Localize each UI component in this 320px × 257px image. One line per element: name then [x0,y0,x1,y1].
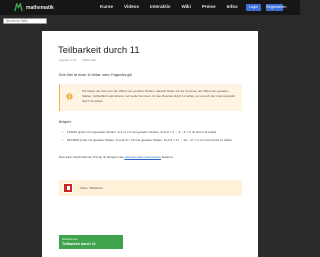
alternating-sum-link[interactable]: alternierenden Quersumme [124,155,161,159]
nav-item-preise[interactable]: Preise [202,4,216,9]
nav-item-videos[interactable]: Videos [124,4,139,9]
rule-box: Wir bilden die Summen der Ziffern der ge… [59,84,242,111]
logo[interactable]: mathematik [14,3,54,12]
nav-item-interaktiv[interactable]: Interaktiv [150,4,170,9]
video-thumbnail-icon[interactable] [63,183,73,193]
register-button[interactable]: Registrieren [266,4,286,11]
example-list: • 134640 große mit ungeraden Stellen: 1+… [62,130,247,145]
nav-item-wiki[interactable]: Wiki [181,4,190,9]
article-card: Teilbarkeit durch 11 Lesezeit: 2 min Mat… [42,31,258,257]
video-teaser[interactable]: Video: Teilbarkeit [59,180,242,196]
video-label: Video: Teilbarkeit [80,186,103,190]
example-heading: Beispiel: [59,120,72,124]
example-text: 5814950 große mit geraden Stellen: 5+1+9… [67,137,232,142]
footer-note: Dies kann beschriebener Prinzip ist übri… [59,155,173,159]
footer-end: bekannt. [161,155,174,159]
next-article-button[interactable]: Weiterlernen Teilbarkeit durch 12 [59,235,123,249]
page-title: Teilbarkeit durch 11 [58,45,140,56]
intro-text: Eine Zahl ist durch 11 teilbar, wenn Fol… [59,73,133,77]
login-button[interactable]: Login [246,4,261,11]
nav-item-kurse[interactable]: Kurse [100,4,113,9]
list-item: • 5814950 große mit geraden Stellen: 5+1… [62,138,247,144]
logo-name: mathematik [26,4,54,11]
top-navigation: mathematik Kurse Videos Interaktiv Wiki … [0,0,300,15]
main-nav: Kurse Videos Interaktiv Wiki Preise Info… [100,4,249,9]
nav-item-infos[interactable]: Infos [227,4,238,9]
list-item: • 134640 große mit ungeraden Stellen: 1+… [62,130,247,136]
next-title: Teilbarkeit durch 12 [62,242,96,246]
example-text: 134640 große mit ungeraden Stellen: 1+4+… [67,130,217,134]
category: Mathematik [82,59,96,62]
rule-text: Wir bilden die Summen der Ziffern der ge… [82,89,236,103]
next-label: Weiterlernen [62,237,78,241]
footer-text: Dies kann beschriebener Prinzip ist übri… [59,155,124,159]
info-icon [66,93,73,100]
logo-icon [14,3,23,12]
search-input[interactable] [3,18,47,24]
reading-time: Lesezeit: 2 min [59,59,77,62]
article-meta: Lesezeit: 2 min Mathematik [59,59,102,62]
